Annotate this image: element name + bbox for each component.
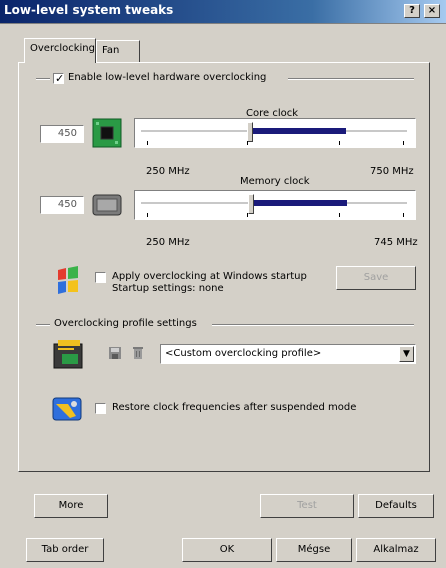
memory-clock-fill — [253, 200, 347, 206]
enable-overclocking-label: Enable low-level hardware overclocking — [68, 72, 267, 83]
cancel-button[interactable]: Mégse — [276, 538, 352, 562]
memory-clock-title: Memory clock — [240, 176, 310, 187]
group-border — [288, 78, 414, 80]
enable-overclocking-checkbox[interactable]: ✓ — [53, 72, 65, 85]
apply-button[interactable]: Alkalmaz — [356, 538, 436, 562]
core-clock-max: 750 MHz — [370, 166, 414, 177]
apply-at-startup-checkbox[interactable] — [95, 272, 106, 283]
memory-clock-value[interactable]: 450 — [40, 196, 84, 214]
apply-at-startup-label: Apply overclocking at Windows startup — [112, 271, 307, 282]
chevron-down-icon[interactable]: ▼ — [399, 346, 414, 362]
tab-fan[interactable]: Fan — [96, 40, 140, 62]
memory-clock-slider[interactable] — [134, 190, 416, 220]
windows-flag-icon — [58, 266, 78, 294]
memory-chip-icon — [92, 194, 122, 216]
restore-frequencies-checkbox[interactable] — [95, 403, 106, 414]
checkmark-icon: ✓ — [55, 72, 65, 85]
restore-frequencies-label: Restore clock frequencies after suspende… — [112, 402, 357, 413]
test-button[interactable]: Test — [260, 494, 354, 518]
gpu-chip-icon — [92, 118, 122, 148]
defaults-button[interactable]: Defaults — [358, 494, 434, 518]
delete-profile-icon[interactable] — [132, 346, 144, 360]
save-button[interactable]: Save — [336, 266, 416, 290]
group-border — [36, 78, 50, 80]
memory-clock-thumb[interactable] — [247, 194, 254, 214]
tab-overclocking[interactable]: Overclocking — [24, 38, 96, 63]
memory-clock-max: 745 MHz — [374, 237, 418, 248]
title-bar[interactable]: Low-level system tweaks ? × — [0, 0, 446, 24]
window-title: Low-level system tweaks — [4, 3, 174, 17]
save-profile-icon[interactable] — [108, 346, 122, 360]
startup-settings-text: Startup settings: none — [112, 283, 224, 294]
profile-folder-icon — [53, 340, 83, 369]
core-clock-value[interactable]: 450 — [40, 125, 84, 143]
core-clock-thumb[interactable] — [246, 122, 253, 142]
core-clock-min: 250 MHz — [146, 166, 190, 177]
core-clock-slider[interactable] — [134, 118, 416, 148]
ok-button[interactable]: OK — [182, 538, 272, 562]
core-clock-fill — [252, 128, 346, 134]
more-button[interactable]: More — [34, 494, 108, 518]
memory-clock-min: 250 MHz — [146, 237, 190, 248]
group-border — [36, 324, 50, 326]
close-button[interactable]: × — [424, 4, 440, 18]
group-border — [212, 324, 414, 326]
suspend-tools-icon — [52, 397, 82, 421]
profile-select[interactable]: <Custom overclocking profile> ▼ — [160, 344, 416, 364]
profile-select-value: <Custom overclocking profile> — [165, 348, 322, 359]
profile-group-title: Overclocking profile settings — [54, 318, 197, 329]
tab-order-button[interactable]: Tab order — [26, 538, 104, 562]
help-button[interactable]: ? — [404, 4, 420, 18]
